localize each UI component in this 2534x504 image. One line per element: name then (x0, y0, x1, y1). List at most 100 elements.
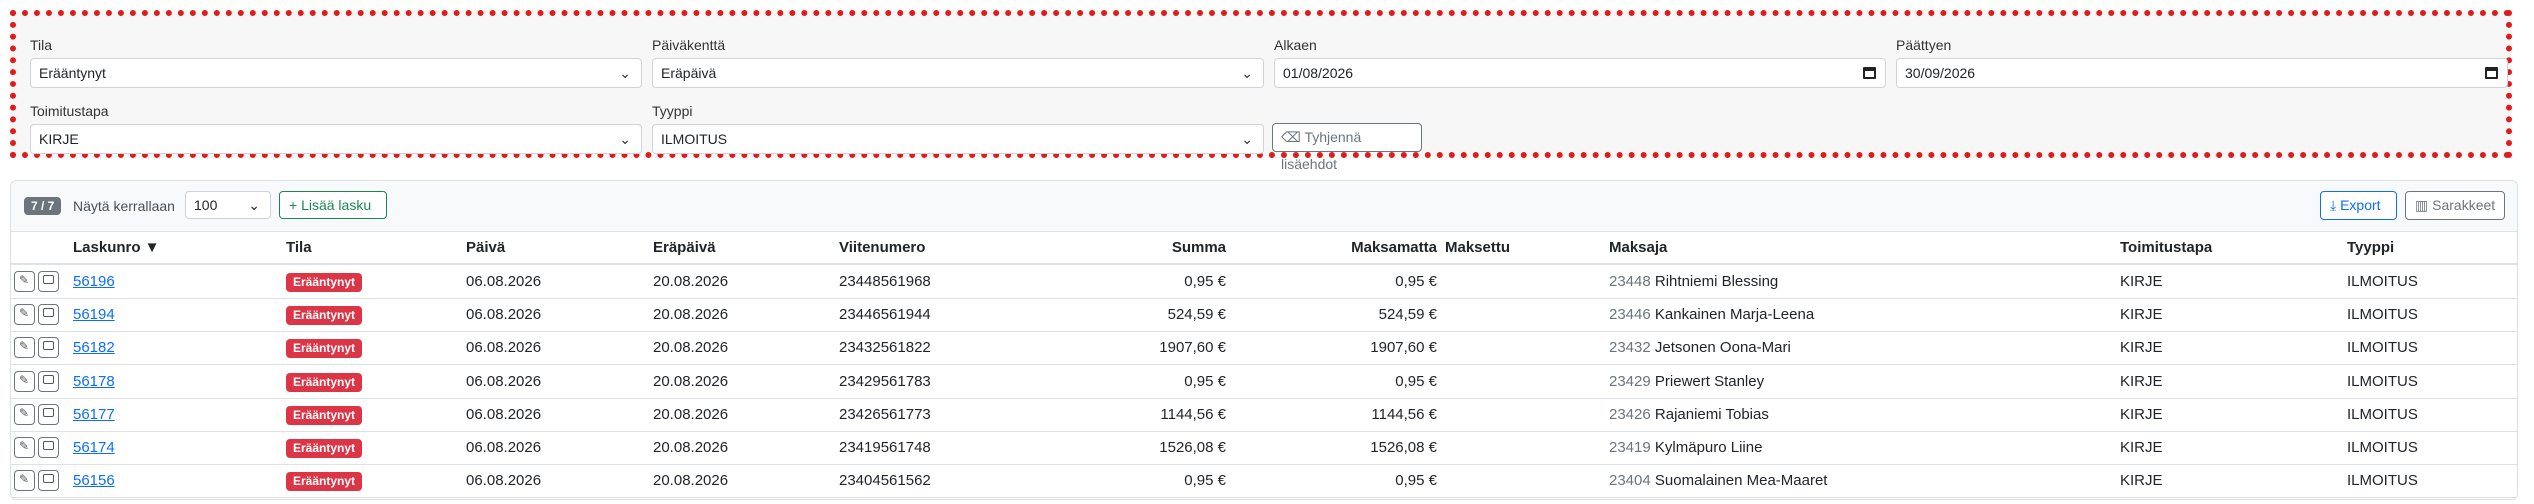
tila-select[interactable]: Erääntynyt ⌄ (30, 58, 642, 88)
per-page-select[interactable]: 100 ⌄ (185, 191, 271, 219)
tyyppi-select[interactable]: ILMOITUS ⌄ (652, 124, 1264, 154)
delivery-method-cell: KIRJE (2120, 405, 2163, 423)
table-toolbar: 7 / 7 Näytä kerrallaan 100 ⌄ + Lisää las… (11, 181, 2517, 232)
reference-number-cell: 23448561968 (839, 273, 931, 290)
invoice-number-link[interactable]: 56178 (73, 373, 115, 390)
toimitustapa-label: Toimitustapa (30, 103, 109, 119)
tyyppi-value: ILMOITUS (661, 131, 728, 147)
date-cell: 06.08.2026 (466, 273, 542, 290)
pencil-icon: ✎ (19, 273, 30, 287)
edit-button[interactable]: ✎ (14, 403, 35, 425)
header-tyyppi[interactable]: Tyyppi (2347, 239, 2394, 256)
payer-cell: 23446 Kankainen Marja-Leena (1609, 306, 1814, 323)
print-button[interactable] (38, 337, 59, 359)
invoice-number-link[interactable]: 56196 (73, 273, 115, 290)
tila-label: Tila (30, 37, 53, 53)
invoice-number-link[interactable]: 56174 (73, 439, 115, 456)
print-button[interactable] (38, 370, 59, 392)
export-button[interactable]: ⤓ Export (2320, 191, 2397, 220)
tyyppi-label: Tyyppi (652, 103, 693, 119)
delivery-method-cell: KIRJE (2120, 439, 2163, 456)
delivery-method-cell: KIRJE (2120, 306, 2163, 324)
payer-id: 23404 (1609, 472, 1651, 490)
edit-button[interactable]: ✎ (14, 304, 35, 326)
per-page-value: 100 (194, 197, 218, 213)
delivery-method-cell: KIRJE (2120, 339, 2163, 357)
header-toimitustapa[interactable]: Toimitustapa (2120, 239, 2212, 256)
export-label: Export (2340, 197, 2381, 213)
payer-cell: 23432 Jetsonen Oona-Mari (1609, 339, 1791, 356)
alkaen-date-input[interactable]: 01/08/2026 (1274, 58, 1886, 88)
status-badge: Erääntynyt (286, 306, 363, 326)
due-date-cell: 20.08.2026 (653, 306, 729, 324)
amount-cell: 0,95 € (1184, 273, 1226, 290)
reference-number-cell: 23404561562 (839, 472, 931, 490)
print-button[interactable] (38, 403, 59, 425)
edit-button[interactable]: ✎ (14, 337, 35, 359)
header-viitenumero[interactable]: Viitenumero (839, 239, 925, 256)
header-maksettu[interactable]: Maksettu (1445, 239, 1510, 256)
columns-label: Sarakkeet (2432, 197, 2496, 213)
due-date-cell: 20.08.2026 (653, 273, 729, 290)
due-date-cell: 20.08.2026 (653, 339, 729, 357)
payer-id: 23432 (1609, 339, 1651, 357)
pencil-icon: ✎ (19, 405, 30, 420)
payer-cell: 23404 Suomalainen Mea-Maaret (1609, 472, 1827, 489)
invoice-card: 7 / 7 Näytä kerrallaan 100 ⌄ + Lisää las… (10, 180, 2518, 500)
table-row: ✎ 56177 Erääntynyt 06.08.2026 20.08.2026 2342… (11, 398, 2517, 432)
type-cell: ILMOITUS (2347, 339, 2418, 357)
chevron-down-icon: ⌄ (1241, 131, 1253, 147)
header-tila[interactable]: Tila (286, 239, 312, 256)
add-invoice-button[interactable]: + Lisää lasku (279, 191, 387, 219)
invoice-number-link[interactable]: 56182 (73, 339, 115, 356)
columns-button[interactable]: ▥ Sarakkeet (2405, 191, 2505, 220)
status-badge: Erääntynyt (286, 405, 363, 425)
amount-cell: 1907,60 € (1159, 339, 1226, 357)
pencil-icon: ✎ (19, 472, 30, 487)
print-button[interactable] (38, 470, 59, 492)
status-badge: Erääntynyt (286, 372, 363, 392)
chevron-down-icon: ⌄ (1241, 65, 1253, 81)
printer-icon (43, 275, 54, 284)
payer-id: 23448 (1609, 273, 1651, 290)
header-summa[interactable]: Summa (1011, 239, 1226, 256)
invoice-number-link[interactable]: 56156 (73, 472, 115, 489)
print-button[interactable] (38, 437, 59, 458)
print-button[interactable] (38, 304, 59, 326)
paivakentta-select[interactable]: Eräpäivä ⌄ (652, 58, 1264, 88)
header-laskunro[interactable]: Laskunro ▼ (73, 239, 160, 256)
delivery-method-cell: KIRJE (2120, 372, 2163, 390)
edit-button[interactable]: ✎ (14, 437, 35, 458)
invoice-number-link[interactable]: 56194 (73, 306, 115, 323)
payer-name: Priewert Stanley (1654, 372, 1765, 390)
payer-cell: 23419 Kylmäpuro Liine (1609, 439, 1762, 456)
unpaid-cell: 524,59 € (1378, 306, 1437, 324)
edit-button[interactable]: ✎ (14, 271, 35, 292)
clear-filters-button[interactable]: ⌫ Tyhjennä lisäehdot (1272, 123, 1422, 172)
header-erapaiva[interactable]: Eräpäivä (653, 239, 716, 256)
amount-cell: 1526,08 € (1159, 439, 1226, 456)
header-paiva[interactable]: Päivä (466, 239, 505, 256)
header-maksamatta[interactable]: Maksamatta (1241, 239, 1437, 256)
toimitustapa-select[interactable]: KIRJE ⌄ (30, 124, 642, 154)
paattyen-date-input[interactable]: 30/09/2026 (1896, 58, 2508, 88)
status-badge: Erääntynyt (286, 273, 363, 292)
unpaid-cell: 1144,56 € (1371, 405, 1437, 423)
edit-button[interactable]: ✎ (14, 370, 35, 392)
table-row: ✎ 56182 Erääntynyt 06.08.2026 20.08.2026 2343… (11, 331, 2517, 366)
header-maksaja[interactable]: Maksaja (1609, 239, 1667, 256)
reference-number-cell: 23429561783 (839, 372, 931, 390)
plus-icon: + (289, 197, 302, 213)
delivery-method-cell: KIRJE (2120, 273, 2163, 290)
status-badge: Erääntynyt (286, 472, 363, 492)
printer-icon (43, 308, 54, 318)
table-row: ✎ 56174 Erääntynyt 06.08.2026 20.08.2026 2341… (11, 431, 2517, 465)
invoice-number-link[interactable]: 56177 (73, 406, 115, 423)
print-button[interactable] (38, 271, 59, 292)
edit-button[interactable]: ✎ (14, 470, 35, 492)
calendar-icon[interactable] (2485, 67, 2498, 79)
calendar-icon[interactable] (1863, 67, 1876, 79)
payer-cell: 23448 Rihtniemi Blessing (1609, 273, 1778, 290)
payer-name: Rajaniemi Tobias (1654, 405, 1769, 423)
payer-id: 23429 (1609, 372, 1651, 390)
